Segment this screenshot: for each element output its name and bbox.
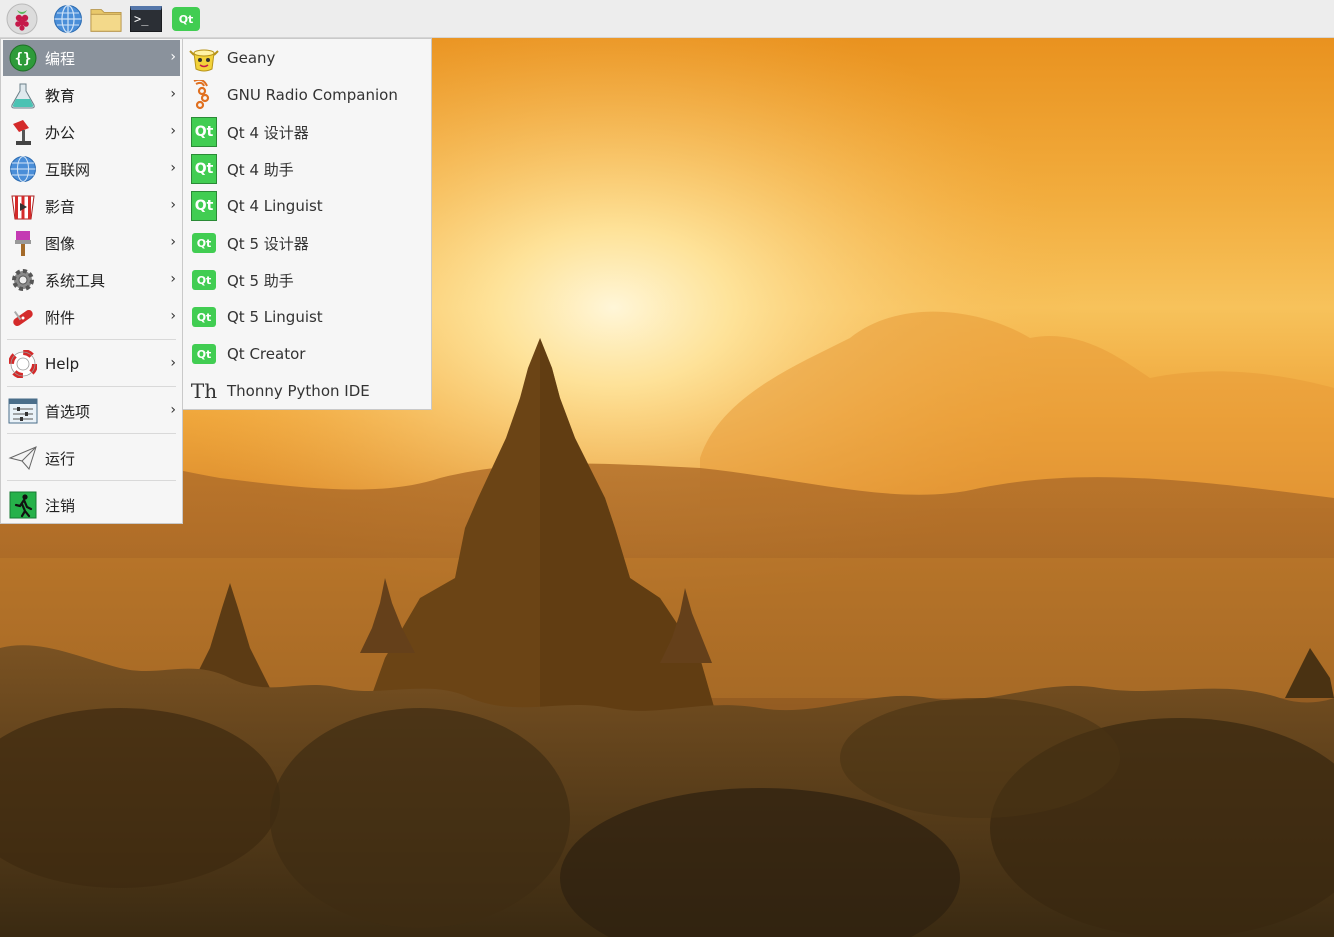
submenu-arrow-icon: › <box>170 402 176 418</box>
menu-item-label: 首选项 <box>45 402 91 421</box>
raspberry-menu-button[interactable] <box>6 3 38 35</box>
submenu-arrow-icon: › <box>170 355 176 371</box>
submenu-item-label: Thonny Python IDE <box>227 382 370 400</box>
submenu-arrow-icon: › <box>170 123 176 139</box>
submenu-item-label: Qt 4 设计器 <box>227 123 309 142</box>
submenu-item-label: GNU Radio Companion <box>227 86 398 104</box>
logout-icon <box>7 489 39 521</box>
top-panel: >_ Qt <box>0 0 1334 38</box>
menu-item-label: 运行 <box>45 449 76 468</box>
menu-separator <box>7 433 176 434</box>
office-icon <box>7 116 39 148</box>
submenu-item-qt5-assistant[interactable]: Qt Qt 5 助手 <box>185 262 429 298</box>
thonny-icon: Th <box>190 379 218 403</box>
submenu-item-qt5-designer[interactable]: Qt Qt 5 设计器 <box>185 225 429 261</box>
menu-item-label: 编程 <box>45 49 76 68</box>
menu-item-programming[interactable]: {} 编程 › <box>3 40 180 76</box>
menu-separator <box>7 386 176 387</box>
submenu-item-label: Qt Creator <box>227 345 306 363</box>
qt5-designer-icon: Qt <box>188 227 220 259</box>
submenu-arrow-icon: › <box>170 197 176 213</box>
submenu-item-qt-creator[interactable]: Qt Qt Creator <box>185 336 429 372</box>
help-icon <box>7 348 39 380</box>
qt5-assistant-icon: Qt <box>188 264 220 296</box>
qt4-linguist-icon: Qt <box>188 190 220 222</box>
run-icon <box>7 442 39 474</box>
menu-item-internet[interactable]: 互联网 › <box>3 151 180 187</box>
menu-item-label: Help <box>45 355 80 373</box>
submenu-item-qt4-assistant[interactable]: Qt Qt 4 助手 <box>185 151 429 187</box>
web-browser-icon <box>54 4 82 34</box>
accessories-icon <box>7 301 39 333</box>
menu-item-label: 注销 <box>45 496 76 515</box>
menu-item-label: 办公 <box>45 123 76 142</box>
submenu-item-label: Qt 5 Linguist <box>227 308 323 326</box>
submenu-item-qt5-linguist[interactable]: Qt Qt 5 Linguist <box>185 299 429 335</box>
menu-item-office[interactable]: 办公 › <box>3 114 180 150</box>
menu-item-graphics[interactable]: 图像 › <box>3 225 180 261</box>
menu-item-accessories[interactable]: 附件 › <box>3 299 180 335</box>
menu-item-preferences[interactable]: 首选项 › <box>3 393 180 429</box>
terminal-icon: >_ <box>130 6 162 32</box>
raspberry-menu-icon <box>6 3 38 35</box>
menu-item-label: 影音 <box>45 197 76 216</box>
file-manager-launcher[interactable] <box>90 3 122 35</box>
menu-separator <box>7 480 176 481</box>
submenu-arrow-icon: › <box>170 308 176 324</box>
qt4-designer-icon: Qt <box>188 116 220 148</box>
education-icon <box>7 79 39 111</box>
terminal-launcher[interactable]: >_ <box>130 3 162 35</box>
svg-text:{}: {} <box>15 51 32 67</box>
qt4-assistant-icon: Qt <box>188 153 220 185</box>
gnu-radio-icon <box>188 79 220 111</box>
menu-item-label: 教育 <box>45 86 76 105</box>
menu-item-label: 系统工具 <box>45 271 106 290</box>
menu-item-multimedia[interactable]: 影音 › <box>3 188 180 224</box>
menu-item-label: 图像 <box>45 234 76 253</box>
main-application-menu: {} 编程 › 教育 › 办公 › 互联网 › 影音 › 图像 › 系统工具 ›… <box>0 38 183 524</box>
programming-submenu: Geany GNU Radio Companion Qt Qt 4 设计器 Qt… <box>182 38 432 410</box>
menu-item-label: 互联网 <box>45 160 91 179</box>
menu-separator <box>7 339 176 340</box>
submenu-arrow-icon: › <box>170 49 176 65</box>
system-tools-icon <box>7 264 39 296</box>
qt-creator-launcher[interactable]: Qt <box>170 3 202 35</box>
menu-item-education[interactable]: 教育 › <box>3 77 180 113</box>
submenu-item-label: Qt 4 Linguist <box>227 197 323 215</box>
programming-icon: {} <box>7 42 39 74</box>
submenu-arrow-icon: › <box>170 234 176 250</box>
submenu-arrow-icon: › <box>170 86 176 102</box>
qt-creator-icon: Qt <box>188 338 220 370</box>
submenu-item-label: Qt 5 助手 <box>227 271 294 290</box>
geany-icon <box>188 42 220 74</box>
multimedia-icon <box>7 190 39 222</box>
submenu-item-qt4-linguist[interactable]: Qt Qt 4 Linguist <box>185 188 429 224</box>
menu-item-label: 附件 <box>45 308 76 327</box>
submenu-item-qt4-designer[interactable]: Qt Qt 4 设计器 <box>185 114 429 150</box>
submenu-item-geany[interactable]: Geany <box>185 40 429 76</box>
menu-item-logout[interactable]: 注销 <box>3 487 180 523</box>
internet-icon <box>7 153 39 185</box>
submenu-arrow-icon: › <box>170 160 176 176</box>
menu-item-run[interactable]: 运行 <box>3 440 180 476</box>
file-manager-icon <box>90 9 122 32</box>
submenu-item-label: Qt 4 助手 <box>227 160 294 179</box>
submenu-arrow-icon: › <box>170 271 176 287</box>
preferences-icon <box>7 395 39 427</box>
qt5-linguist-icon: Qt <box>188 301 220 333</box>
menu-item-system-tools[interactable]: 系统工具 › <box>3 262 180 298</box>
web-browser-launcher[interactable] <box>52 3 84 35</box>
submenu-item-gnu-radio[interactable]: GNU Radio Companion <box>185 77 429 113</box>
menu-item-help[interactable]: Help › <box>3 346 180 382</box>
submenu-item-thonny[interactable]: Th Thonny Python IDE <box>185 373 429 409</box>
graphics-icon <box>7 227 39 259</box>
submenu-item-label: Geany <box>227 49 276 67</box>
submenu-item-label: Qt 5 设计器 <box>227 234 309 253</box>
qt-creator-icon: Qt <box>172 7 200 31</box>
